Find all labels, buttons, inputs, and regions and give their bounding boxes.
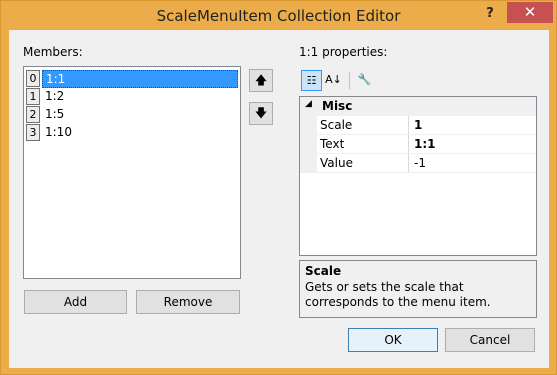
- categorized-view-button[interactable]: ☷: [301, 70, 322, 91]
- ok-button[interactable]: OK: [348, 328, 438, 352]
- remove-button[interactable]: Remove: [136, 290, 240, 314]
- item-index: 1: [26, 88, 40, 105]
- dialog-client-area: Members: 0 1:1 1 1:2 2 1:5 3 1:10 🡅 🡇 Ad…: [9, 30, 549, 368]
- move-up-button[interactable]: 🡅: [249, 69, 273, 92]
- close-icon: ✕: [523, 3, 537, 21]
- list-item[interactable]: 3 1:10: [26, 124, 238, 142]
- property-name: Text: [320, 137, 345, 151]
- property-pages-button[interactable]: 🔧: [354, 70, 375, 91]
- property-value[interactable]: -1: [414, 156, 426, 170]
- list-item[interactable]: 1 1:2: [26, 88, 238, 106]
- row-divider: [317, 172, 536, 173]
- alphabetical-view-button[interactable]: A↓: [323, 70, 344, 91]
- row-gutter: [300, 154, 317, 173]
- window-title: ScaleMenuItem Collection Editor: [156, 7, 401, 25]
- alphabetical-sort-icon: A↓: [325, 73, 342, 86]
- list-item[interactable]: 2 1:5: [26, 106, 238, 124]
- wrench-icon: 🔧: [357, 73, 372, 86]
- description-text: Gets or sets the scale that corresponds …: [305, 280, 491, 309]
- categorized-icon: ☷: [306, 74, 317, 87]
- item-text: 1:10: [45, 125, 72, 139]
- property-row[interactable]: Text 1:1: [300, 135, 536, 154]
- help-button[interactable]: ?: [479, 4, 501, 24]
- collection-editor-window: ScaleMenuItem Collection Editor ? ✕ Memb…: [0, 0, 557, 375]
- property-name: Scale: [320, 118, 353, 132]
- item-index: 3: [26, 124, 40, 141]
- column-divider[interactable]: [408, 154, 409, 173]
- column-divider[interactable]: [408, 116, 409, 135]
- row-gutter: [300, 135, 317, 154]
- property-row[interactable]: Scale 1: [300, 116, 536, 135]
- category-row[interactable]: ◢ Misc: [300, 97, 536, 116]
- column-divider[interactable]: [408, 135, 409, 154]
- move-down-button[interactable]: 🡇: [249, 102, 273, 125]
- category-name: Misc: [322, 99, 353, 113]
- members-label: Members:: [23, 45, 83, 59]
- item-text: 1:1: [42, 70, 238, 88]
- property-grid[interactable]: ◢ Misc Scale 1 Text 1:1 Value -1: [299, 96, 537, 256]
- title-bar[interactable]: ScaleMenuItem Collection Editor ? ✕: [1, 1, 556, 30]
- close-button[interactable]: ✕: [507, 2, 553, 23]
- add-button[interactable]: Add: [24, 290, 127, 314]
- description-title: Scale: [305, 264, 342, 278]
- list-item[interactable]: 0 1:1: [26, 70, 238, 88]
- item-text: 1:5: [45, 107, 65, 121]
- item-index: 2: [26, 106, 40, 123]
- arrow-up-icon: 🡅: [254, 73, 268, 87]
- item-text: 1:2: [45, 89, 65, 103]
- property-row[interactable]: Value -1: [300, 154, 536, 173]
- property-value[interactable]: 1: [414, 118, 422, 132]
- collapse-toggle-icon[interactable]: ◢: [305, 99, 312, 109]
- property-value[interactable]: 1:1: [414, 137, 436, 151]
- cancel-button[interactable]: Cancel: [445, 328, 535, 352]
- members-listbox[interactable]: 0 1:1 1 1:2 2 1:5 3 1:10: [23, 66, 241, 279]
- description-panel: Scale Gets or sets the scale that corres…: [299, 260, 537, 318]
- property-name: Value: [320, 156, 353, 170]
- arrow-down-icon: 🡇: [254, 106, 268, 120]
- toolbar-separator: [349, 72, 350, 89]
- properties-label: 1:1 properties:: [299, 45, 388, 59]
- row-gutter: [300, 116, 317, 135]
- item-index: 0: [26, 70, 40, 87]
